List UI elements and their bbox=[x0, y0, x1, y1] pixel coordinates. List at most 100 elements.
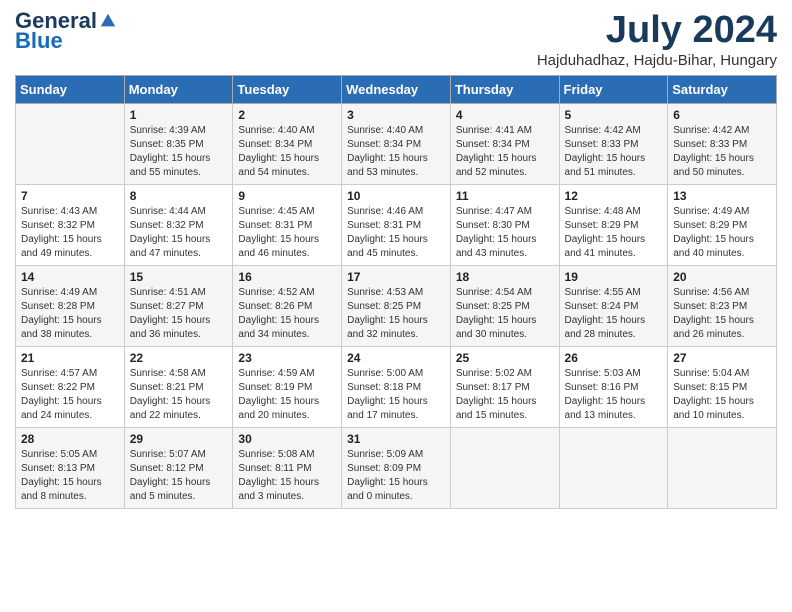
day-number: 28 bbox=[21, 432, 119, 446]
weekday-header-saturday: Saturday bbox=[668, 75, 777, 103]
day-number: 23 bbox=[238, 351, 336, 365]
calendar-week-row: 1Sunrise: 4:39 AM Sunset: 8:35 PM Daylig… bbox=[16, 103, 777, 184]
day-number: 3 bbox=[347, 108, 445, 122]
weekday-header-friday: Friday bbox=[559, 75, 668, 103]
calendar-cell: 8Sunrise: 4:44 AM Sunset: 8:32 PM Daylig… bbox=[124, 184, 233, 265]
day-number: 19 bbox=[565, 270, 663, 284]
calendar-cell bbox=[450, 427, 559, 508]
calendar-cell: 30 Sunrise: 5:08 AM Sunset: 8:11 PM Dayli… bbox=[233, 427, 342, 508]
calendar-cell: 3 Sunrise: 4:40 AM Sunset: 8:34 PM Daylig… bbox=[342, 103, 451, 184]
calendar-cell: 18 Sunrise: 4:54 AM Sunset: 8:25 PM Dayli… bbox=[450, 265, 559, 346]
day-info: Sunrise: 5:07 AM Sunset: 8:12 PM Dayligh… bbox=[130, 448, 228, 504]
day-info: Sunrise: 4:40 AM Sunset: 8:34 PM Dayligh… bbox=[238, 124, 336, 180]
calendar-cell: 6 Sunrise: 4:42 AM Sunset: 8:33 PM Daylig… bbox=[668, 103, 777, 184]
day-info: Sunrise: 4:49 AM Sunset: 8:28 PM Dayligh… bbox=[21, 286, 119, 342]
calendar-cell: 9 Sunrise: 4:45 AM Sunset: 8:31 PM Daylig… bbox=[233, 184, 342, 265]
weekday-header-monday: Monday bbox=[124, 75, 233, 103]
day-info: Sunrise: 4:59 AM Sunset: 8:19 PM Dayligh… bbox=[238, 367, 336, 423]
day-number: 6 bbox=[673, 108, 771, 122]
calendar-cell bbox=[668, 427, 777, 508]
calendar-week-row: 28 Sunrise: 5:05 AM Sunset: 8:13 PM Dayli… bbox=[16, 427, 777, 508]
day-info: Sunrise: 4:48 AM Sunset: 8:29 PM Dayligh… bbox=[565, 205, 663, 261]
calendar-cell: 17Sunrise: 4:53 AM Sunset: 8:25 PM Dayli… bbox=[342, 265, 451, 346]
day-info: Sunrise: 4:42 AM Sunset: 8:33 PM Dayligh… bbox=[565, 124, 663, 180]
calendar-cell: 2 Sunrise: 4:40 AM Sunset: 8:34 PM Daylig… bbox=[233, 103, 342, 184]
calendar-cell: 10Sunrise: 4:46 AM Sunset: 8:31 PM Dayli… bbox=[342, 184, 451, 265]
day-info: Sunrise: 5:08 AM Sunset: 8:11 PM Dayligh… bbox=[238, 448, 336, 504]
day-number: 30 bbox=[238, 432, 336, 446]
calendar-cell: 31 Sunrise: 5:09 AM Sunset: 8:09 PM Dayli… bbox=[342, 427, 451, 508]
day-number: 2 bbox=[238, 108, 336, 122]
day-number: 11 bbox=[456, 189, 554, 203]
calendar-week-row: 7Sunrise: 4:43 AM Sunset: 8:32 PM Daylig… bbox=[16, 184, 777, 265]
day-number: 10 bbox=[347, 189, 445, 203]
calendar-cell: 29 Sunrise: 5:07 AM Sunset: 8:12 PM Dayli… bbox=[124, 427, 233, 508]
day-number: 15 bbox=[130, 270, 228, 284]
calendar-cell: 12 Sunrise: 4:48 AM Sunset: 8:29 PM Dayli… bbox=[559, 184, 668, 265]
day-number: 13 bbox=[673, 189, 771, 203]
day-info: Sunrise: 5:02 AM Sunset: 8:17 PM Dayligh… bbox=[456, 367, 554, 423]
day-number: 12 bbox=[565, 189, 663, 203]
calendar-cell: 21 Sunrise: 4:57 AM Sunset: 8:22 PM Dayli… bbox=[16, 346, 125, 427]
calendar-cell: 14Sunrise: 4:49 AM Sunset: 8:28 PM Dayli… bbox=[16, 265, 125, 346]
day-info: Sunrise: 4:42 AM Sunset: 8:33 PM Dayligh… bbox=[673, 124, 771, 180]
logo: General Blue bbox=[15, 10, 117, 54]
day-info: Sunrise: 4:45 AM Sunset: 8:31 PM Dayligh… bbox=[238, 205, 336, 261]
weekday-header-sunday: Sunday bbox=[16, 75, 125, 103]
day-info: Sunrise: 4:55 AM Sunset: 8:24 PM Dayligh… bbox=[565, 286, 663, 342]
logo-icon bbox=[99, 12, 117, 30]
day-info: Sunrise: 4:49 AM Sunset: 8:29 PM Dayligh… bbox=[673, 205, 771, 261]
calendar-cell: 25Sunrise: 5:02 AM Sunset: 8:17 PM Dayli… bbox=[450, 346, 559, 427]
calendar-cell: 23 Sunrise: 4:59 AM Sunset: 8:19 PM Dayli… bbox=[233, 346, 342, 427]
day-number: 4 bbox=[456, 108, 554, 122]
day-info: Sunrise: 4:53 AM Sunset: 8:25 PM Dayligh… bbox=[347, 286, 445, 342]
day-info: Sunrise: 4:47 AM Sunset: 8:30 PM Dayligh… bbox=[456, 205, 554, 261]
calendar-cell: 7Sunrise: 4:43 AM Sunset: 8:32 PM Daylig… bbox=[16, 184, 125, 265]
calendar-week-row: 21 Sunrise: 4:57 AM Sunset: 8:22 PM Dayli… bbox=[16, 346, 777, 427]
day-info: Sunrise: 4:43 AM Sunset: 8:32 PM Dayligh… bbox=[21, 205, 119, 261]
day-number: 24 bbox=[347, 351, 445, 365]
day-info: Sunrise: 4:58 AM Sunset: 8:21 PM Dayligh… bbox=[130, 367, 228, 423]
day-number: 31 bbox=[347, 432, 445, 446]
logo-blue: Blue bbox=[15, 28, 63, 54]
weekday-header-thursday: Thursday bbox=[450, 75, 559, 103]
weekday-header-tuesday: Tuesday bbox=[233, 75, 342, 103]
day-info: Sunrise: 4:39 AM Sunset: 8:35 PM Dayligh… bbox=[130, 124, 228, 180]
weekday-header-wednesday: Wednesday bbox=[342, 75, 451, 103]
calendar-cell bbox=[16, 103, 125, 184]
calendar-cell: 15 Sunrise: 4:51 AM Sunset: 8:27 PM Dayli… bbox=[124, 265, 233, 346]
day-number: 29 bbox=[130, 432, 228, 446]
calendar-cell: 5Sunrise: 4:42 AM Sunset: 8:33 PM Daylig… bbox=[559, 103, 668, 184]
location: Hajduhadhaz, Hajdu-Bihar, Hungary bbox=[537, 52, 777, 69]
month-title: July 2024 bbox=[537, 10, 777, 52]
day-number: 26 bbox=[565, 351, 663, 365]
day-info: Sunrise: 5:09 AM Sunset: 8:09 PM Dayligh… bbox=[347, 448, 445, 504]
day-info: Sunrise: 4:52 AM Sunset: 8:26 PM Dayligh… bbox=[238, 286, 336, 342]
day-number: 18 bbox=[456, 270, 554, 284]
calendar-cell: 24 Sunrise: 5:00 AM Sunset: 8:18 PM Dayli… bbox=[342, 346, 451, 427]
day-info: Sunrise: 5:05 AM Sunset: 8:13 PM Dayligh… bbox=[21, 448, 119, 504]
weekday-header-row: SundayMondayTuesdayWednesdayThursdayFrid… bbox=[16, 75, 777, 103]
calendar-cell: 11 Sunrise: 4:47 AM Sunset: 8:30 PM Dayli… bbox=[450, 184, 559, 265]
calendar-table: SundayMondayTuesdayWednesdayThursdayFrid… bbox=[15, 75, 777, 509]
title-block: July 2024 Hajduhadhaz, Hajdu-Bihar, Hung… bbox=[537, 10, 777, 69]
day-number: 9 bbox=[238, 189, 336, 203]
day-info: Sunrise: 4:57 AM Sunset: 8:22 PM Dayligh… bbox=[21, 367, 119, 423]
calendar-cell: 13 Sunrise: 4:49 AM Sunset: 8:29 PM Dayli… bbox=[668, 184, 777, 265]
day-info: Sunrise: 5:00 AM Sunset: 8:18 PM Dayligh… bbox=[347, 367, 445, 423]
calendar-cell: 26 Sunrise: 5:03 AM Sunset: 8:16 PM Dayli… bbox=[559, 346, 668, 427]
calendar-cell: 4 Sunrise: 4:41 AM Sunset: 8:34 PM Daylig… bbox=[450, 103, 559, 184]
day-info: Sunrise: 4:54 AM Sunset: 8:25 PM Dayligh… bbox=[456, 286, 554, 342]
day-number: 22 bbox=[130, 351, 228, 365]
calendar-cell: 16 Sunrise: 4:52 AM Sunset: 8:26 PM Dayli… bbox=[233, 265, 342, 346]
day-info: Sunrise: 5:04 AM Sunset: 8:15 PM Dayligh… bbox=[673, 367, 771, 423]
calendar-cell: 20Sunrise: 4:56 AM Sunset: 8:23 PM Dayli… bbox=[668, 265, 777, 346]
day-info: Sunrise: 4:51 AM Sunset: 8:27 PM Dayligh… bbox=[130, 286, 228, 342]
day-number: 27 bbox=[673, 351, 771, 365]
day-number: 21 bbox=[21, 351, 119, 365]
day-number: 16 bbox=[238, 270, 336, 284]
calendar-cell: 1Sunrise: 4:39 AM Sunset: 8:35 PM Daylig… bbox=[124, 103, 233, 184]
day-info: Sunrise: 4:41 AM Sunset: 8:34 PM Dayligh… bbox=[456, 124, 554, 180]
day-info: Sunrise: 4:40 AM Sunset: 8:34 PM Dayligh… bbox=[347, 124, 445, 180]
day-info: Sunrise: 5:03 AM Sunset: 8:16 PM Dayligh… bbox=[565, 367, 663, 423]
